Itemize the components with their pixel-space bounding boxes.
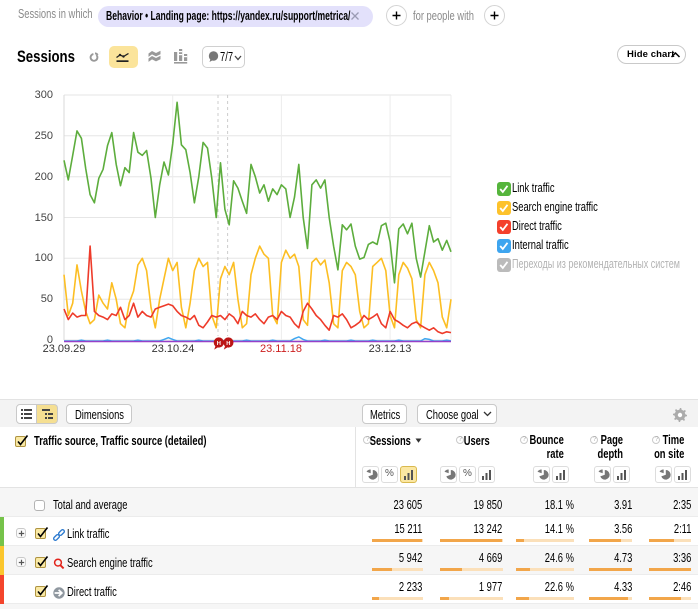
svg-text:H: H bbox=[217, 341, 221, 347]
svg-text:H: H bbox=[226, 341, 230, 347]
